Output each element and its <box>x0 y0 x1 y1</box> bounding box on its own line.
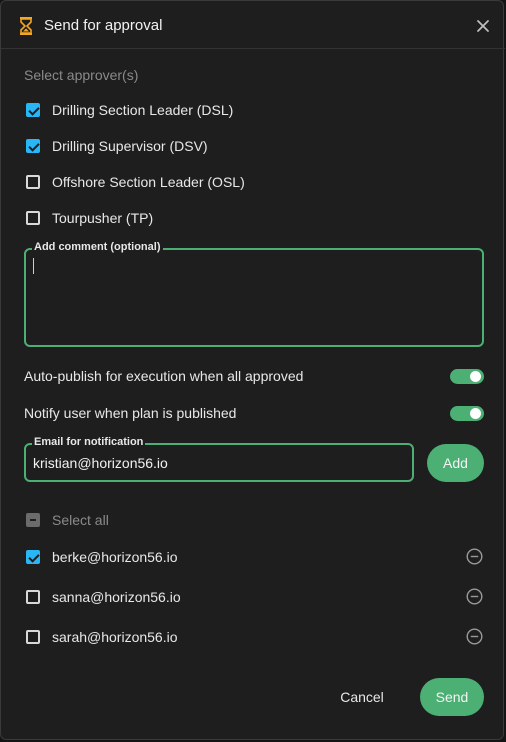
checkbox-unchecked-icon[interactable] <box>26 590 40 604</box>
email-field-label: Email for notification <box>32 436 146 448</box>
dialog-title: Send for approval <box>44 17 163 34</box>
hourglass-icon <box>20 17 32 35</box>
recipient-email: berke@horizon56.io <box>52 549 178 565</box>
email-input[interactable]: Email for notification kristian@horizon5… <box>24 436 414 482</box>
checkbox-checked-icon[interactable] <box>26 103 40 117</box>
cancel-button[interactable]: Cancel <box>331 681 393 713</box>
checkbox-unchecked-icon[interactable] <box>26 630 40 644</box>
recipient-row[interactable]: sanna@horizon56.io <box>26 586 181 608</box>
dialog-header: Send for approval <box>1 1 505 49</box>
email-input-value: kristian@horizon56.io <box>33 455 168 471</box>
approver-checkbox-dsv[interactable]: Drilling Supervisor (DSV) <box>26 135 208 157</box>
checkbox-unchecked-icon[interactable] <box>26 211 40 225</box>
approver-label: Tourpusher (TP) <box>52 210 154 226</box>
select-all-label: Select all <box>52 512 109 528</box>
add-email-button[interactable]: Add <box>427 444 484 482</box>
approver-checkbox-dsl[interactable]: Drilling Section Leader (DSL) <box>26 99 233 121</box>
approver-label: Drilling Supervisor (DSV) <box>52 138 208 154</box>
toggle-knob <box>470 408 481 419</box>
approver-checkbox-osl[interactable]: Offshore Section Leader (OSL) <box>26 171 245 193</box>
auto-publish-toggle[interactable] <box>450 369 484 384</box>
notify-row: Notify user when plan is published <box>24 402 484 426</box>
remove-circle-icon[interactable] <box>466 588 483 605</box>
recipient-email: sarah@horizon56.io <box>52 629 178 645</box>
comment-textarea[interactable]: Add comment (optional) <box>24 241 484 347</box>
checkbox-unchecked-icon[interactable] <box>26 175 40 189</box>
recipient-email: sanna@horizon56.io <box>52 589 181 605</box>
remove-circle-icon[interactable] <box>466 628 483 645</box>
approvers-section-label: Select approver(s) <box>24 67 139 83</box>
recipient-row[interactable]: sarah@horizon56.io <box>26 626 178 648</box>
notify-label: Notify user when plan is published <box>24 405 237 421</box>
close-icon[interactable] <box>475 18 491 34</box>
comment-field-label: Add comment (optional) <box>32 241 163 253</box>
send-for-approval-dialog: Send for approval Select approver(s) Dri… <box>0 0 505 740</box>
toggle-knob <box>470 371 481 382</box>
approver-label: Drilling Section Leader (DSL) <box>52 102 234 118</box>
checkbox-checked-icon[interactable] <box>26 139 40 153</box>
checkbox-checked-icon[interactable] <box>26 550 40 564</box>
recipient-row[interactable]: berke@horizon56.io <box>26 546 178 568</box>
auto-publish-row: Auto-publish for execution when all appr… <box>24 365 484 389</box>
notify-toggle[interactable] <box>450 406 484 421</box>
remove-circle-icon[interactable] <box>466 548 483 565</box>
approver-checkbox-tp[interactable]: Tourpusher (TP) <box>26 207 153 229</box>
text-caret <box>33 258 34 274</box>
auto-publish-label: Auto-publish for execution when all appr… <box>24 368 304 384</box>
checkbox-indeterminate-icon[interactable] <box>26 513 40 527</box>
approver-label: Offshore Section Leader (OSL) <box>52 174 245 190</box>
send-button[interactable]: Send <box>420 678 484 716</box>
select-all-checkbox[interactable]: Select all <box>26 509 109 531</box>
